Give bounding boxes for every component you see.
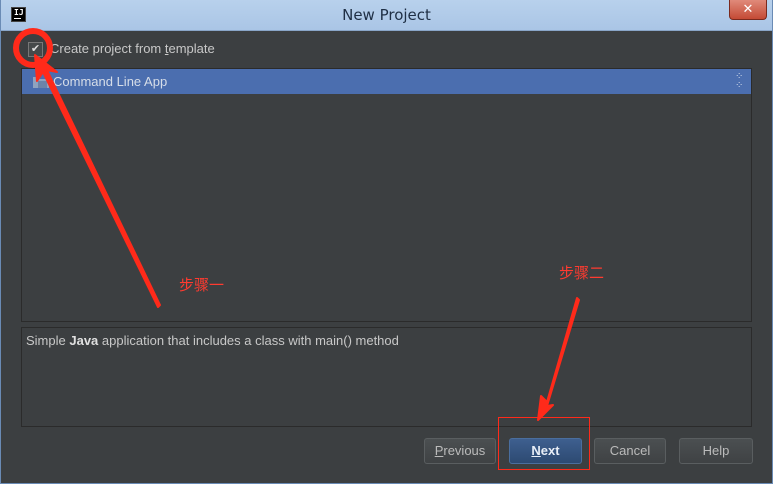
previous-button[interactable]: Previous xyxy=(424,438,496,464)
next-button[interactable]: Next xyxy=(509,438,582,464)
window-title: New Project xyxy=(342,6,431,24)
list-item-command-line-app[interactable]: Command Line App ⁘ ⁘ xyxy=(22,69,751,94)
template-description: Simple Java application that includes a … xyxy=(21,327,752,427)
template-list[interactable]: Command Line App ⁘ ⁘ xyxy=(21,68,752,322)
loading-icon: ⁘ ⁘ xyxy=(735,71,744,91)
close-icon: ✕ xyxy=(742,1,754,16)
title-bar: IJ New Project ✕ xyxy=(1,0,772,31)
help-button[interactable]: Help xyxy=(679,438,753,464)
close-button[interactable]: ✕ xyxy=(729,0,767,20)
create-from-template-checkbox[interactable]: ✔ xyxy=(28,42,43,57)
checkmark-icon: ✔ xyxy=(30,43,41,55)
annotation-step2: 步骤二 xyxy=(559,264,605,282)
annotation-step1: 步骤一 xyxy=(179,276,225,294)
module-folder-icon xyxy=(33,77,49,88)
list-item-label: Command Line App xyxy=(53,74,168,89)
create-from-template-label[interactable]: Create project from template xyxy=(50,41,215,56)
new-project-dialog: IJ New Project ✕ ✔ Create project from t… xyxy=(0,0,773,484)
cancel-button[interactable]: Cancel xyxy=(594,438,666,464)
